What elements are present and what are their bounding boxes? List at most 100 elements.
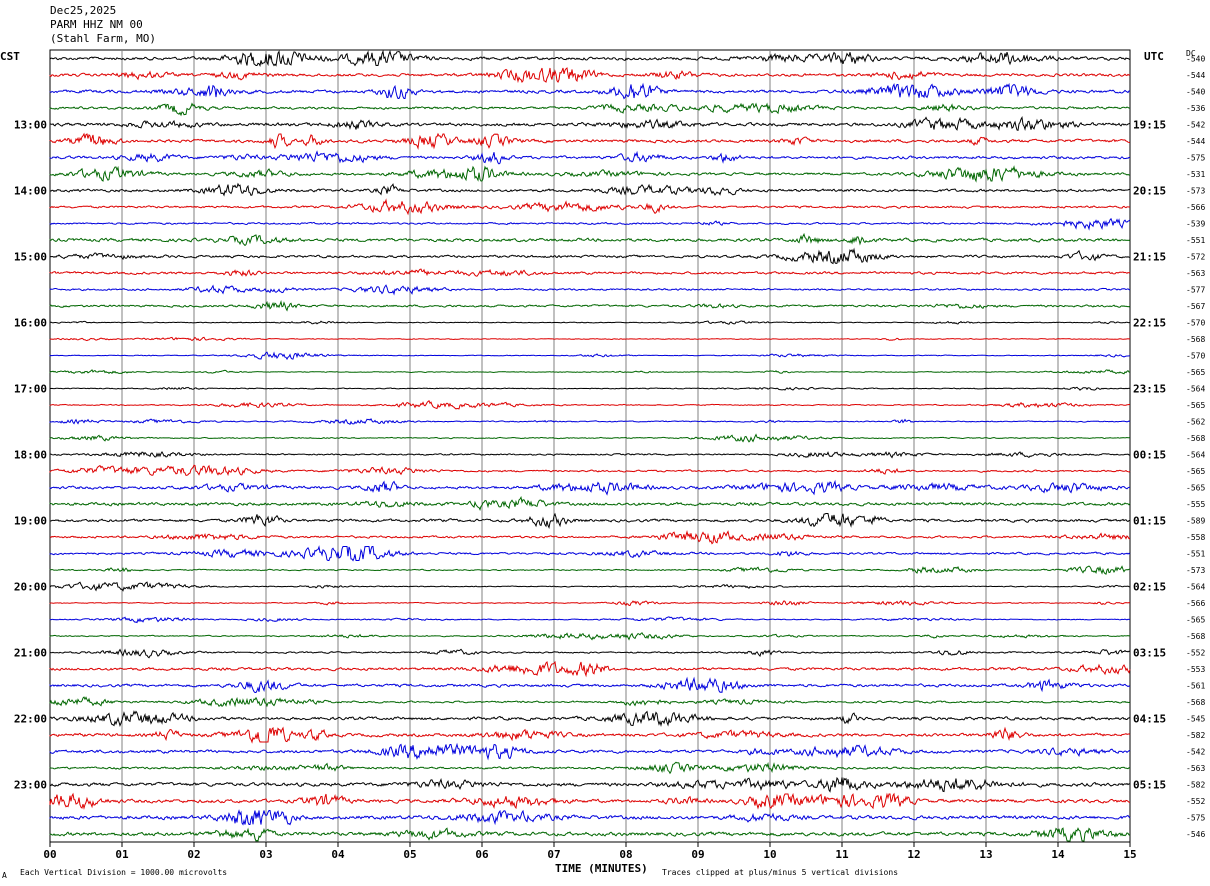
trace-29 xyxy=(49,512,1131,530)
dc-offset-label: -562 xyxy=(1186,418,1205,427)
dc-offset-label: -552 xyxy=(1186,797,1205,806)
dc-offset-label: -542 xyxy=(1186,748,1205,757)
dc-offset-label: -572 xyxy=(1186,253,1205,262)
dc-offset-label: -575 xyxy=(1186,154,1205,163)
trace-15 xyxy=(49,284,1131,296)
trace-18 xyxy=(49,336,1131,342)
dc-offset-label: -589 xyxy=(1186,517,1205,526)
trace-35 xyxy=(49,616,1130,624)
trace-48 xyxy=(49,827,1131,842)
trace-42 xyxy=(49,726,1131,744)
trace-43 xyxy=(49,742,1131,761)
trace-28 xyxy=(49,496,1131,511)
dc-offset-label: -573 xyxy=(1186,187,1205,196)
dc-offset-label: -565 xyxy=(1186,616,1205,625)
minute-tick-label: 02 xyxy=(187,848,200,861)
dc-offset-label: -577 xyxy=(1186,286,1205,295)
dc-offset-label: -582 xyxy=(1186,731,1205,740)
trace-2 xyxy=(49,67,1131,84)
trace-7 xyxy=(49,150,1131,165)
dc-offset-label: -568 xyxy=(1186,434,1205,443)
minute-tick-label: 04 xyxy=(331,848,345,861)
dc-offset-label: -567 xyxy=(1186,302,1205,311)
utc-hour-label: 20:15 xyxy=(1133,185,1166,198)
cst-hour-label: 15:00 xyxy=(14,251,47,264)
dc-offset-label: -568 xyxy=(1186,698,1205,707)
plot-frame xyxy=(49,49,1131,843)
dc-offset-label: -565 xyxy=(1186,368,1205,377)
dc-offset-label: -564 xyxy=(1186,385,1205,394)
trace-33 xyxy=(49,581,1131,592)
dc-offset-label: -544 xyxy=(1186,137,1205,146)
minute-tick-label: 12 xyxy=(907,848,920,861)
footer-scale-note: Each Vertical Division = 1000.00 microvo… xyxy=(20,868,228,877)
trace-19 xyxy=(49,351,1131,361)
dc-offset-label: -563 xyxy=(1186,269,1205,278)
dc-offset-label: -540 xyxy=(1186,55,1205,64)
dc-offset-label: -565 xyxy=(1186,484,1205,493)
trace-40 xyxy=(49,696,1131,708)
trace-16 xyxy=(49,299,1131,312)
trace-21 xyxy=(49,386,1131,391)
trace-45 xyxy=(49,776,1131,793)
utc-hour-label: 22:15 xyxy=(1133,317,1166,330)
footer-clip-note: Traces clipped at plus/minus 5 vertical … xyxy=(662,868,899,877)
minute-tick-label: 03 xyxy=(259,848,272,861)
dc-offset-label: -546 xyxy=(1186,830,1205,839)
cst-hour-label: 13:00 xyxy=(14,119,47,132)
dc-offset-label: -551 xyxy=(1186,236,1205,245)
trace-41 xyxy=(49,710,1131,727)
utc-hour-label: 19:15 xyxy=(1133,119,1166,132)
trace-36 xyxy=(49,632,1131,641)
utc-hour-label: 03:15 xyxy=(1133,647,1166,660)
dc-offset-label: -575 xyxy=(1186,814,1205,823)
cst-hour-label: 18:00 xyxy=(14,449,47,462)
helicorder-plot: 00 01 02 03 04 05 06 07 08 09 10 11 12 13 14 15 -540 -544… xyxy=(14,49,1205,861)
trace-44 xyxy=(49,761,1131,775)
trace-37 xyxy=(49,648,1131,659)
trace-17 xyxy=(49,320,1131,325)
minute-tick-label: 14 xyxy=(1051,848,1065,861)
trace-12 xyxy=(49,232,1131,247)
trace-14 xyxy=(49,268,1131,277)
minute-tick-label: 08 xyxy=(619,848,632,861)
dc-offset-label: -542 xyxy=(1186,121,1205,130)
utc-hour-label: 02:15 xyxy=(1133,581,1166,594)
utc-hour-label: 00:15 xyxy=(1133,449,1166,462)
dc-offset-label: -544 xyxy=(1186,71,1205,80)
utc-hour-label: 23:15 xyxy=(1133,383,1166,396)
utc-hour-label: 04:15 xyxy=(1133,713,1166,726)
dc-offset-label: -568 xyxy=(1186,335,1205,344)
trace-10 xyxy=(49,198,1130,216)
dc-offset-label: -553 xyxy=(1186,665,1205,674)
trace-6 xyxy=(49,132,1131,150)
trace-38 xyxy=(49,660,1131,678)
minute-tick-label: 06 xyxy=(475,848,489,861)
cst-hour-label: 20:00 xyxy=(14,581,47,594)
trace-32 xyxy=(49,565,1131,575)
minute-tick-label: 09 xyxy=(691,848,704,861)
dc-offset-label: -565 xyxy=(1186,401,1205,410)
minute-tick-label: 05 xyxy=(403,848,416,861)
trace-25 xyxy=(49,451,1131,459)
dc-offset-label: -561 xyxy=(1186,682,1205,691)
dc-offset-label: -540 xyxy=(1186,88,1205,97)
dc-offset-label: -570 xyxy=(1186,319,1205,328)
trace-24 xyxy=(49,433,1131,443)
trace-1 xyxy=(49,49,1131,67)
trace-3 xyxy=(49,82,1131,100)
trace-39 xyxy=(49,676,1131,693)
trace-26 xyxy=(49,464,1131,477)
trace-9 xyxy=(49,182,1131,197)
trace-4 xyxy=(49,102,1131,117)
cst-hour-label: 17:00 xyxy=(14,383,47,396)
minute-tick-label: 01 xyxy=(115,848,129,861)
dc-offset-label: -564 xyxy=(1186,583,1205,592)
cst-hour-label: 21:00 xyxy=(14,647,47,660)
minute-tick-label: 07 xyxy=(547,848,560,861)
trace-11 xyxy=(49,217,1131,231)
trace-20 xyxy=(49,369,1131,375)
minute-tick-label: 13 xyxy=(979,848,992,861)
minute-tick-label: 00 xyxy=(43,848,56,861)
trace-47 xyxy=(49,809,1131,826)
